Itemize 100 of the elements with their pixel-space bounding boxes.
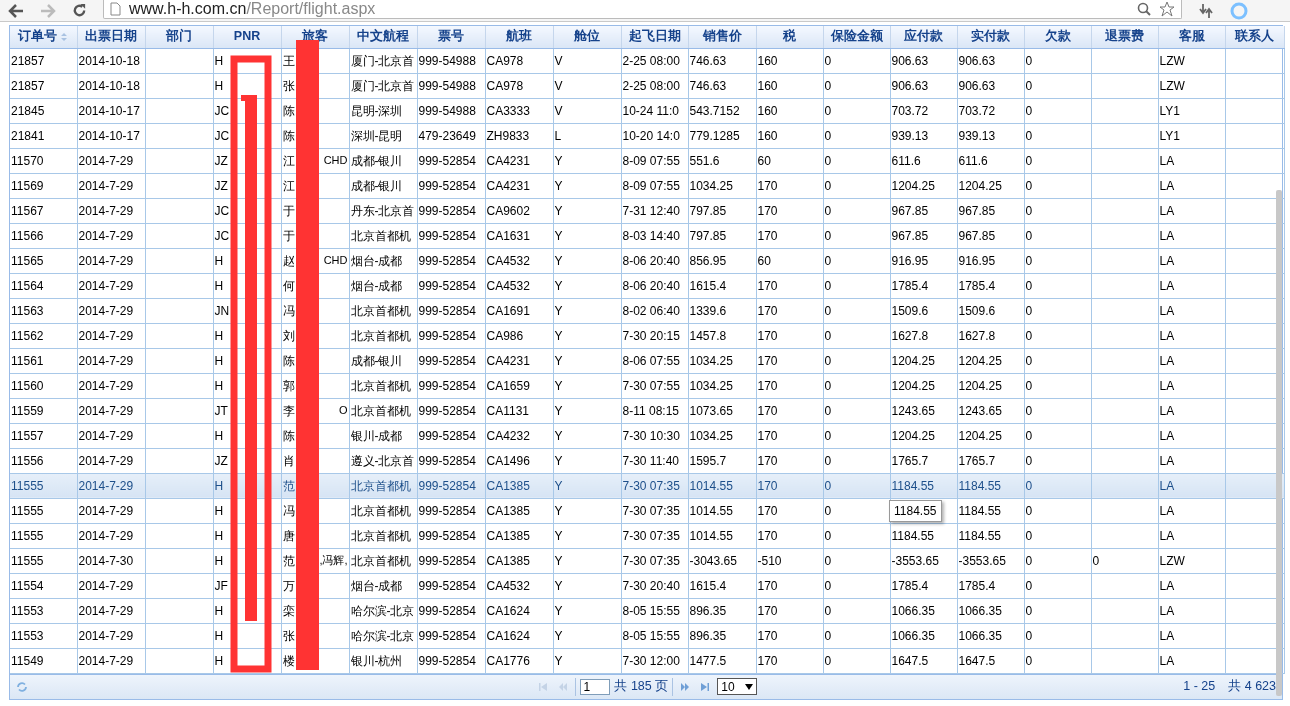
search-icon[interactable]	[1137, 1, 1151, 16]
table-cell: 8-09 07:55	[622, 178, 680, 193]
table-cell: 0	[1025, 603, 1033, 618]
table-cell: 11561	[11, 353, 44, 368]
table-cell: 0	[1025, 478, 1033, 493]
table-cell: 999-54988	[418, 103, 476, 118]
table-cell: 0	[1025, 53, 1033, 68]
column-header[interactable]: 退票费	[1091, 26, 1158, 48]
table-cell: 1184.55	[958, 528, 1001, 543]
table-cell: Y	[554, 403, 563, 418]
table-cell: 11565	[11, 253, 44, 268]
table-cell: 11555	[11, 528, 44, 543]
last-page-icon[interactable]	[700, 682, 711, 691]
table-cell: CA1691	[486, 303, 530, 318]
table-cell: 170	[757, 403, 778, 418]
back-icon[interactable]	[8, 3, 24, 18]
table-cell-text: 江	[282, 177, 295, 195]
download-icon[interactable]	[1198, 2, 1214, 19]
column-header[interactable]: 出票日期	[77, 26, 145, 48]
next-page-icon[interactable]	[680, 682, 691, 691]
column-header[interactable]: 中文航程	[349, 26, 417, 48]
table-cell: 0	[824, 503, 832, 518]
table-cell: JF	[214, 578, 228, 593]
table-cell: 厦门-北京首	[350, 78, 415, 93]
column-header[interactable]: 联系人	[1225, 26, 1284, 48]
column-header[interactable]: 客服	[1158, 26, 1225, 48]
table-cell: Y	[554, 653, 563, 668]
table-cell: 1477.5	[689, 653, 727, 668]
table-cell: 746.63	[689, 53, 727, 68]
column-header[interactable]: 税	[756, 26, 823, 48]
table-cell: 1647.5	[958, 653, 996, 668]
table-cell: 60	[757, 153, 771, 168]
table-cell: 0	[824, 103, 832, 118]
table-cell: 1204.25	[958, 378, 1002, 393]
table-cell: 170	[757, 178, 778, 193]
column-header[interactable]: PNR	[213, 26, 281, 48]
table-cell: 0	[1025, 203, 1033, 218]
table-cell: 8-06 20:40	[622, 253, 680, 268]
table-cell: H	[214, 503, 224, 518]
table-cell: CA1624	[486, 628, 530, 643]
table-cell: 1615.4	[689, 578, 727, 593]
column-header[interactable]: 起飞日期	[621, 26, 688, 48]
table-cell: 0	[824, 253, 832, 268]
table-cell-text: 栾	[282, 602, 295, 620]
table-cell: 1034.25	[689, 428, 733, 443]
address-bar[interactable]: www.h-h.com.cn/Report/flight.aspx	[103, 0, 1182, 19]
column-header[interactable]: 部门	[145, 26, 213, 48]
column-header[interactable]: 销售价	[688, 26, 756, 48]
table-cell: -3553.65	[891, 553, 939, 568]
page-input[interactable]: 1	[580, 678, 611, 695]
table-cell: 11563	[11, 303, 44, 318]
table-cell: 8-05 15:55	[622, 628, 680, 643]
table-cell: 11567	[11, 203, 44, 218]
reload-icon[interactable]	[72, 3, 87, 18]
forward-icon[interactable]	[40, 3, 56, 18]
table-cell: 7-30 12:00	[622, 653, 680, 668]
column-header[interactable]: 舱位	[553, 26, 621, 48]
column-header[interactable]: 应付款	[890, 26, 957, 48]
table-cell: 999-54988	[418, 78, 476, 93]
column-header[interactable]: 订单号	[10, 26, 77, 48]
table-cell: 1204.25	[891, 428, 935, 443]
refresh-icon[interactable]	[16, 680, 28, 693]
table-cell: 170	[757, 278, 778, 293]
table-cell-text: 陈	[282, 352, 295, 370]
column-header[interactable]: 欠款	[1024, 26, 1091, 48]
table-cell: 1785.4	[891, 578, 929, 593]
extension-icon[interactable]	[1230, 1, 1248, 20]
column-header[interactable]: 保险金额	[823, 26, 890, 48]
table-cell: Y	[554, 603, 563, 618]
column-header[interactable]: 航班	[485, 26, 553, 48]
passenger-note: ,冯辉,	[319, 552, 348, 568]
table-cell: 999-52854	[418, 228, 476, 243]
table-cell: 999-52854	[418, 503, 476, 518]
tooltip: 1184.55	[889, 500, 942, 522]
table-cell: 939.13	[891, 128, 929, 143]
table-cell: 0	[824, 53, 832, 68]
table-cell: 0	[824, 578, 832, 593]
table-row[interactable]: 11555 2014-7-29 H 范 北京首都机 999-52854 CA1385 Y 7-30 07:35 1014.55 170 0 1184.55 1184.55 0 LA	[10, 473, 1284, 498]
table-cell: 成都-银川	[350, 178, 403, 193]
passenger-note: CHD	[323, 252, 348, 268]
table-cell: 170	[757, 503, 778, 518]
table-cell: 1184.55	[958, 478, 1001, 493]
table-cell: 2014-7-29	[78, 403, 134, 418]
page-size-select[interactable]: 10	[717, 678, 757, 695]
table-cell: 906.63	[958, 53, 996, 68]
table-cell: H	[214, 553, 224, 568]
table-cell: CA4231	[486, 153, 530, 168]
table-cell: 哈尔滨-北京	[350, 603, 415, 618]
table-cell: 北京首都机	[350, 378, 411, 393]
star-icon[interactable]	[1159, 0, 1175, 17]
table-cell: 170	[757, 603, 778, 618]
table-cell: 11570	[11, 153, 44, 168]
column-header[interactable]: 实付款	[957, 26, 1024, 48]
table-cell-text: 郭	[282, 377, 295, 395]
table-cell: Y	[554, 378, 563, 393]
scrollbar[interactable]	[1276, 190, 1282, 696]
table-cell: 0	[1025, 528, 1033, 543]
table-cell: 170	[757, 228, 778, 243]
table-cell: 8-11 08:15	[622, 403, 679, 418]
column-header[interactable]: 票号	[417, 26, 485, 48]
